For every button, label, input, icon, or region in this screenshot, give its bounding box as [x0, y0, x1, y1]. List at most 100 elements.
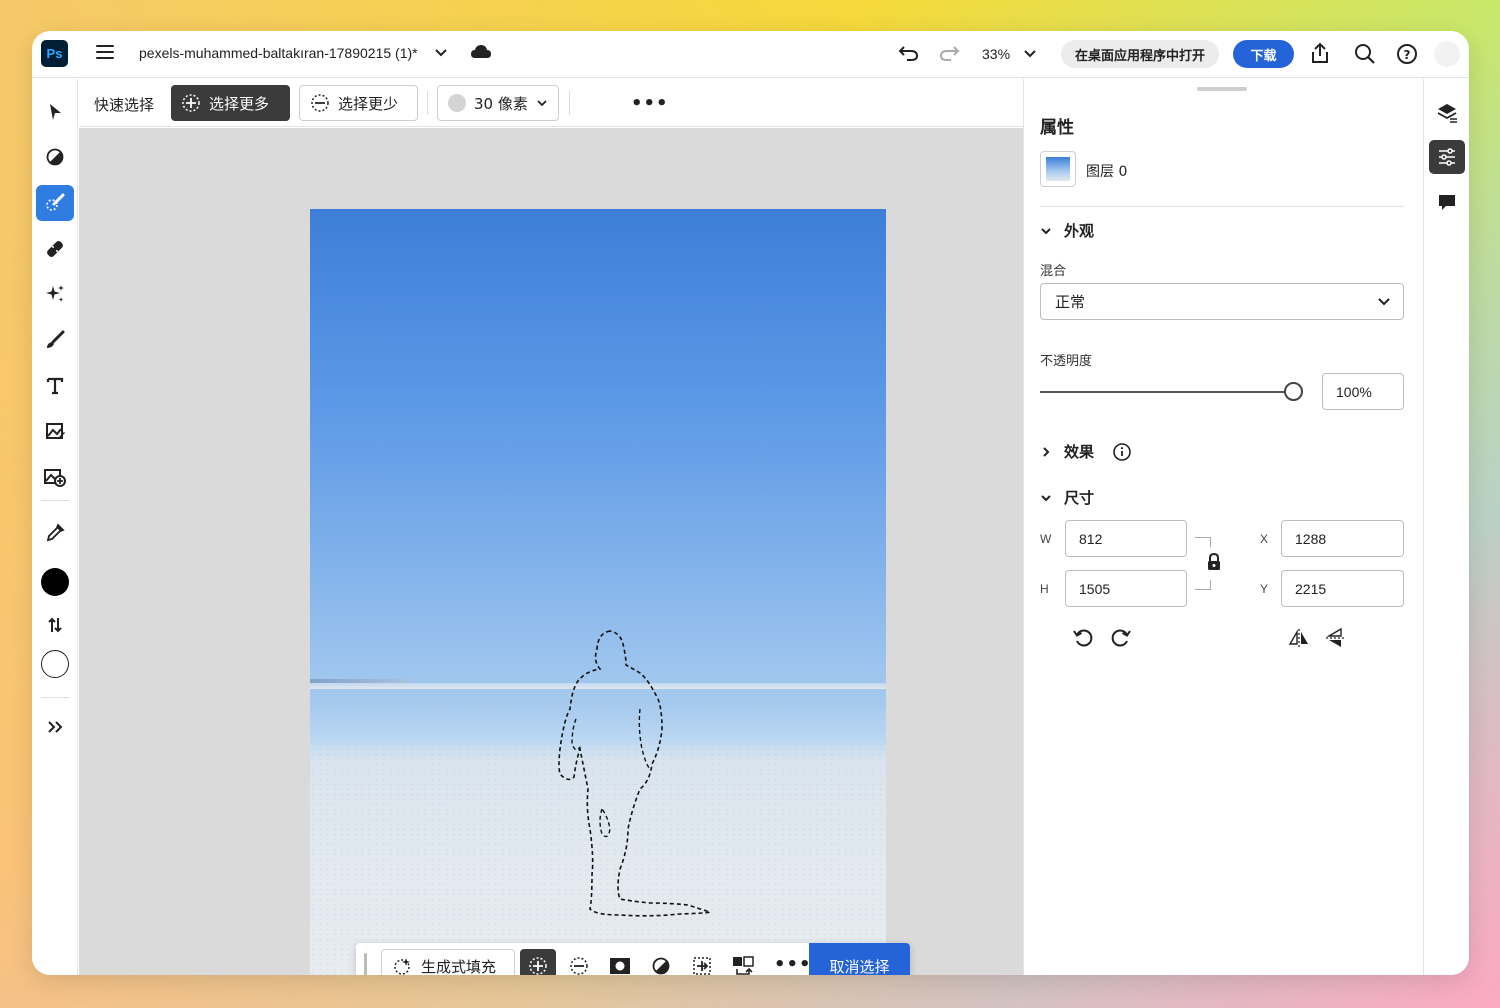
transform-selection-icon[interactable]: [684, 949, 720, 975]
lock-icon[interactable]: [1206, 553, 1222, 571]
rotate-left-icon[interactable]: [1072, 627, 1094, 649]
flip-vertical-icon[interactable]: [1324, 627, 1346, 649]
healing-icon[interactable]: [36, 231, 74, 267]
opacity-slider-thumb[interactable]: [1284, 382, 1303, 401]
dimensions-section-header[interactable]: 尺寸: [1040, 487, 1094, 508]
tool-name: 快速选择: [94, 96, 155, 114]
quick-select-icon[interactable]: [36, 185, 74, 221]
ps-logo[interactable]: Ps: [41, 40, 68, 67]
share-icon[interactable]: [1309, 42, 1331, 64]
x-label: X: [1260, 532, 1269, 546]
chevron-down-icon: [1041, 227, 1051, 234]
more-options-icon[interactable]: •••: [631, 93, 669, 114]
selection-marquee: [558, 630, 711, 917]
adjust-icon[interactable]: [36, 139, 74, 175]
chevron-down-icon: [1378, 298, 1390, 306]
flip-horizontal-icon[interactable]: [1288, 627, 1310, 649]
subtract-from-selection-button[interactable]: 选择更少: [299, 85, 418, 121]
eyedropper-icon[interactable]: [36, 515, 74, 551]
place-image-icon[interactable]: [36, 413, 74, 449]
opacity-slider-track[interactable]: [1040, 391, 1286, 393]
deselect-button[interactable]: 取消选择: [809, 943, 910, 975]
panel-drag-handle[interactable]: [1197, 87, 1247, 91]
properties-icon[interactable]: [1429, 140, 1465, 174]
subtract-selection-icon[interactable]: [561, 949, 597, 975]
appearance-section-header[interactable]: 外观: [1040, 220, 1094, 241]
appearance-title: 外观: [1064, 222, 1095, 240]
subtract-selection-icon: [311, 94, 329, 112]
add-to-selection-label: 选择更多: [209, 94, 270, 113]
height-field[interactable]: 1505: [1065, 570, 1187, 607]
type-icon[interactable]: [36, 368, 74, 404]
right-panel-strip: [1423, 79, 1469, 975]
swap-colors-icon[interactable]: [36, 607, 74, 643]
effects-section-header[interactable]: 效果: [1040, 441, 1132, 462]
layers-icon[interactable]: [1429, 96, 1465, 130]
zoom-level[interactable]: 33%: [982, 46, 1010, 62]
add-image-icon[interactable]: [36, 459, 74, 495]
add-selection-icon: [182, 94, 200, 112]
foreground-color-icon[interactable]: [36, 564, 74, 600]
photoshop-window: Ps pexels-muhammed-baltakıran-17890215 (…: [32, 31, 1469, 975]
contextual-task-bar: 生成式填充 ••• 取消选择: [356, 943, 910, 975]
svg-text:?: ?: [1404, 48, 1411, 62]
top-bar: Ps pexels-muhammed-baltakıran-17890215 (…: [32, 31, 1469, 78]
options-divider: [427, 91, 428, 115]
document-title[interactable]: pexels-muhammed-baltakıran-17890215 (1)*: [139, 45, 418, 61]
subtract-from-selection-label: 选择更少: [338, 94, 399, 113]
layer-thumbnail[interactable]: [1040, 151, 1076, 187]
more-options-icon[interactable]: •••: [774, 954, 812, 975]
info-icon[interactable]: [1112, 442, 1132, 462]
brush-icon[interactable]: [36, 322, 74, 358]
drag-handle[interactable]: [364, 953, 367, 975]
width-field[interactable]: 812: [1065, 520, 1187, 557]
search-icon[interactable]: [1354, 43, 1376, 65]
select-arrow-icon[interactable]: [36, 94, 74, 130]
generative-fill-button[interactable]: 生成式填充: [381, 949, 515, 975]
link-line: [1195, 537, 1211, 547]
help-icon[interactable]: ?: [1396, 43, 1418, 65]
dimensions-title: 尺寸: [1064, 489, 1095, 507]
menu-icon[interactable]: [96, 45, 114, 61]
options-bar: 快速选择 选择更多 选择更少 30 像素 •••: [79, 79, 1045, 127]
blend-mode-select[interactable]: 正常: [1040, 283, 1404, 320]
redo-icon[interactable]: [938, 43, 960, 63]
toolbar-divider: [41, 697, 69, 698]
y-field[interactable]: 2215: [1281, 570, 1404, 607]
zoom-chevron-icon[interactable]: [1022, 44, 1038, 62]
invert-selection-icon[interactable]: [725, 949, 761, 975]
rotate-right-icon[interactable]: [1110, 627, 1132, 649]
height-label: H: [1040, 582, 1049, 596]
more-tools-icon[interactable]: [36, 709, 74, 745]
avatar[interactable]: [1434, 41, 1460, 67]
chevron-down-icon: [537, 100, 547, 107]
width-label: W: [1040, 532, 1052, 546]
open-in-desktop-button[interactable]: 在桌面应用程序中打开: [1061, 40, 1220, 68]
chevron-down-icon: [1041, 494, 1051, 501]
cloud-icon[interactable]: [470, 43, 492, 61]
adjust-icon[interactable]: [643, 949, 679, 975]
blend-mode-value: 正常: [1055, 293, 1086, 311]
opacity-field[interactable]: 100%: [1322, 373, 1404, 410]
x-field[interactable]: 1288: [1281, 520, 1404, 557]
download-button[interactable]: 下载: [1233, 40, 1294, 68]
generative-icon[interactable]: [36, 276, 74, 312]
comments-icon[interactable]: [1429, 186, 1465, 220]
properties-panel: 属性 图层 0 外观 混合 正常 不透明度 100% 效果 尺寸 W 812 H…: [1023, 79, 1422, 975]
panel-divider: [1040, 206, 1404, 207]
document-image[interactable]: [310, 209, 886, 975]
chevron-down-icon[interactable]: [434, 45, 448, 59]
undo-icon[interactable]: [898, 43, 920, 63]
mask-icon[interactable]: [602, 949, 638, 975]
blend-label: 混合: [1040, 264, 1067, 279]
layer-name: 图层 0: [1086, 164, 1128, 180]
brush-preview-icon: [448, 94, 466, 112]
brush-size-value: 30 像素: [474, 94, 528, 113]
toolbar-divider: [41, 500, 69, 501]
canvas-area[interactable]: 生成式填充 ••• 取消选择: [79, 128, 1023, 975]
brush-size-dropdown[interactable]: 30 像素: [437, 85, 559, 121]
left-toolbar: [32, 79, 78, 975]
add-to-selection-button[interactable]: 选择更多: [171, 85, 290, 121]
add-selection-icon[interactable]: [520, 949, 556, 975]
background-color-icon[interactable]: [36, 646, 74, 682]
